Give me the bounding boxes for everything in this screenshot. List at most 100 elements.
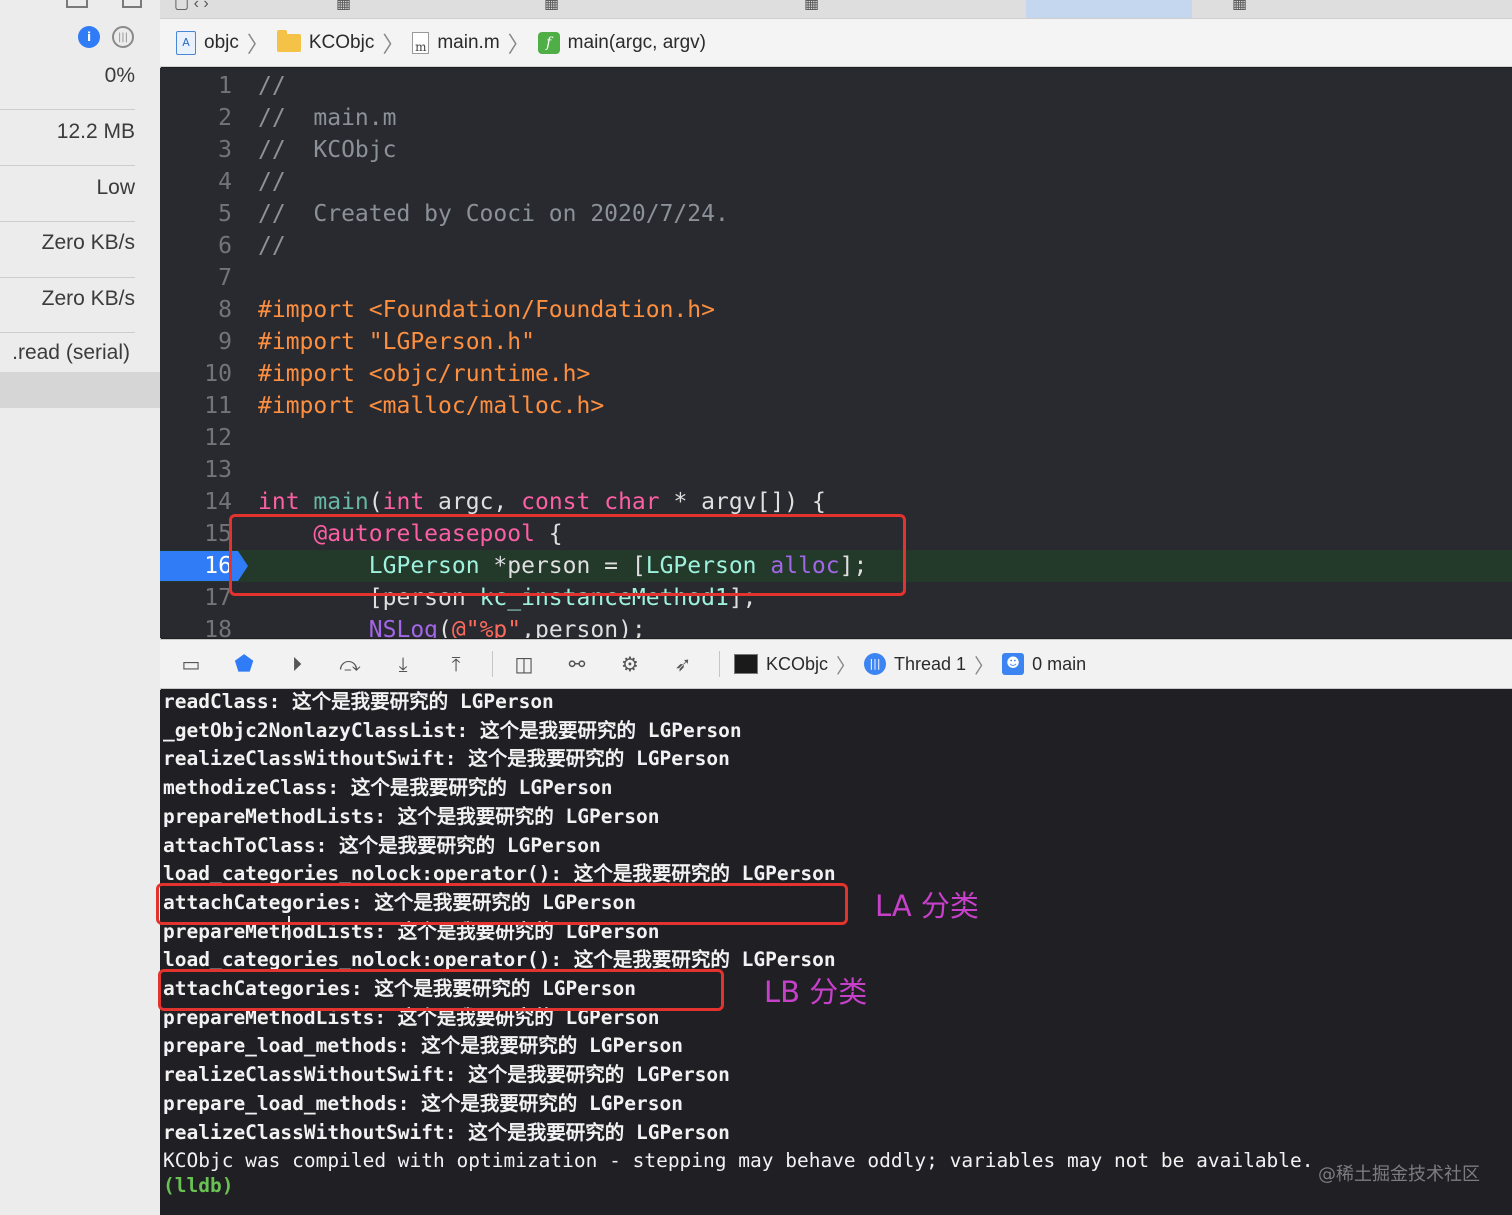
code-line[interactable]: 1 // — [160, 70, 1512, 102]
line-number[interactable]: 13 — [160, 454, 232, 486]
project-icon: A — [176, 30, 196, 55]
code-text: // KCObjc — [258, 134, 396, 166]
toolbar-icon[interactable] — [66, 0, 88, 8]
chevron-right-icon: 〉 — [836, 653, 857, 678]
jump-bar-group[interactable]: KCObjc — [276, 29, 375, 54]
code-text: #import <malloc/malloc.h> — [258, 390, 604, 422]
memory-gauge[interactable]: 12.2 MB — [0, 120, 135, 144]
tab-stub[interactable]: ▢ ‹ › — [174, 0, 209, 12]
line-number[interactable]: 17 — [160, 582, 232, 614]
console-line: KCObjc was compiled with optimization - … — [163, 1149, 1314, 1173]
code-text: #import <Foundation/Foundation.h> — [258, 294, 715, 326]
view-hierarchy-icon[interactable]: ◫ — [507, 647, 541, 681]
code-line[interactable]: 13 — [160, 454, 1512, 486]
line-number[interactable]: 6 — [160, 230, 232, 262]
line-number[interactable]: 9 — [160, 326, 232, 358]
jump-bar: A objc 〉 KCObjc 〉 m main.m 〉 f main(argc… — [160, 19, 1512, 67]
code-line[interactable]: 7 — [160, 262, 1512, 294]
step-out-icon[interactable]: ⤒ — [439, 647, 473, 681]
line-number[interactable]: 14 — [160, 486, 232, 518]
line-number[interactable]: 10 — [160, 358, 232, 390]
step-into-icon[interactable]: ⤓ — [386, 647, 420, 681]
watermark: @稀土掘金技术社区 — [1318, 1164, 1480, 1185]
code-token: <Foundation/Foundation.h> — [368, 297, 715, 323]
code-token: #import — [258, 393, 369, 419]
code-line[interactable]: 3 // KCObjc — [160, 134, 1512, 166]
tab-stub[interactable]: ▦ ▔▔▔▔▔▔▔▔▔▔ — [804, 0, 947, 12]
environment-overrides-icon[interactable]: ⚙ — [613, 647, 647, 681]
code-line[interactable]: 2 // main.m — [160, 102, 1512, 134]
process-name[interactable]: KCObjc — [766, 654, 828, 675]
tab-active[interactable] — [1026, 0, 1192, 18]
chevron-right-icon: 〉 — [382, 32, 405, 58]
tab-stub[interactable]: ▦ ▔▔▔▔▔▔▔▔▔▔ — [544, 0, 687, 12]
line-number[interactable]: 12 — [160, 422, 232, 454]
jump-bar-symbol[interactable]: f main(argc, argv) — [537, 31, 706, 54]
code-line[interactable]: 8 #import <Foundation/Foundation.h> — [160, 294, 1512, 326]
step-over-icon[interactable]: ⤼ — [333, 647, 367, 681]
cpu-gauge[interactable]: 0% — [0, 64, 135, 88]
code-line[interactable]: 10 #import <objc/runtime.h> — [160, 358, 1512, 390]
code-line[interactable]: 4 // — [160, 166, 1512, 198]
highlight-box-lb — [158, 969, 724, 1011]
memory-graph-icon[interactable]: ⚯ — [560, 647, 594, 681]
code-text: #import <objc/runtime.h> — [258, 358, 590, 390]
code-token: // — [258, 169, 286, 195]
debug-console[interactable]: readClass: 这个是我要研究的 LGPerson _getObjc2Non… — [160, 690, 1512, 1215]
simulate-location-icon[interactable]: ➶ — [666, 647, 700, 681]
code-token: int — [258, 489, 314, 515]
code-text: // — [258, 70, 286, 102]
jump-bar-label: main(argc, argv) — [567, 31, 706, 53]
continue-icon[interactable]: ⏵ — [280, 647, 314, 681]
code-line[interactable]: 5 // Created by Cooci on 2020/7/24. — [160, 198, 1512, 230]
line-number[interactable]: 8 — [160, 294, 232, 326]
disk-gauge[interactable]: Zero KB/s — [0, 231, 135, 255]
line-number[interactable]: 15 — [160, 518, 232, 550]
stack-frame-name[interactable]: 0 main — [1032, 654, 1086, 675]
function-icon: f — [537, 31, 560, 54]
jump-bar-file[interactable]: m main.m — [412, 31, 500, 54]
line-number[interactable]: 2 — [160, 102, 232, 134]
code-token: ,person); — [521, 617, 646, 638]
jump-bar-label: KCObjc — [308, 31, 375, 53]
lldb-prompt[interactable]: (lldb) — [163, 1172, 233, 1200]
thread-item-label[interactable]: .read (serial) — [0, 341, 130, 365]
line-number[interactable]: 18 — [160, 614, 232, 638]
line-number[interactable]: 7 — [160, 262, 232, 294]
code-token: // main.m — [258, 105, 397, 131]
code-token: main — [313, 489, 369, 515]
line-number[interactable]: 11 — [160, 390, 232, 422]
hide-debug-area-icon[interactable]: ▭ — [174, 647, 208, 681]
code-line[interactable]: 12 — [160, 422, 1512, 454]
line-number[interactable]: 1 — [160, 70, 232, 102]
code-token: @"%p" — [451, 617, 522, 638]
code-line[interactable]: 11 #import <malloc/malloc.h> — [160, 390, 1512, 422]
tab-stub[interactable]: ▦ ▔▔▔▔▔▔▔ — [336, 0, 442, 12]
line-number[interactable]: 3 — [160, 134, 232, 166]
code-line[interactable]: 9 #import "LGPerson.h" — [160, 326, 1512, 358]
console-line: prepare_load_methods: 这个是我要研究的 LGPerson — [163, 1091, 683, 1115]
console-line: realizeClassWithoutSwift: 这个是我要研究的 LGPer… — [163, 747, 730, 771]
threads-filter-icon[interactable]: ||| — [112, 26, 134, 48]
code-token: #import — [258, 329, 369, 355]
breakpoints-toggle-icon[interactable]: ⬟ — [227, 647, 261, 681]
thread-name[interactable]: Thread 1 — [894, 654, 966, 675]
line-number[interactable]: 4 — [160, 166, 232, 198]
selected-thread-row[interactable] — [0, 372, 160, 408]
code-line[interactable]: 6 // — [160, 230, 1512, 262]
energy-gauge[interactable]: Low — [0, 176, 135, 200]
network-gauge[interactable]: Zero KB/s — [0, 287, 135, 311]
process-icon — [734, 654, 758, 674]
chevron-right-icon: 〉 — [507, 32, 530, 58]
jump-bar-project[interactable]: A objc — [176, 30, 239, 55]
line-number[interactable]: 5 — [160, 198, 232, 230]
line-number[interactable]: 16 — [160, 550, 232, 582]
tab-stub[interactable]: ▦ ▔▔▔▔▔▔▔▔▔▔▔▔▔ — [1232, 0, 1412, 12]
code-line[interactable]: 18 NSLog(@"%p",person); — [160, 614, 1512, 638]
debug-bar: ▭ ⬟ ⏵ ⤼ ⤓ ⤒ ◫ ⚯ ⚙ ➶ KCObjc 〉 ||| Thread … — [160, 639, 1512, 689]
console-line: realizeClassWithoutSwift: 这个是我要研究的 LGPer… — [163, 1063, 730, 1087]
code-text: NSLog(@"%p",person); — [258, 614, 646, 638]
info-icon[interactable]: i — [78, 26, 100, 48]
toolbar-icon[interactable] — [122, 0, 142, 8]
